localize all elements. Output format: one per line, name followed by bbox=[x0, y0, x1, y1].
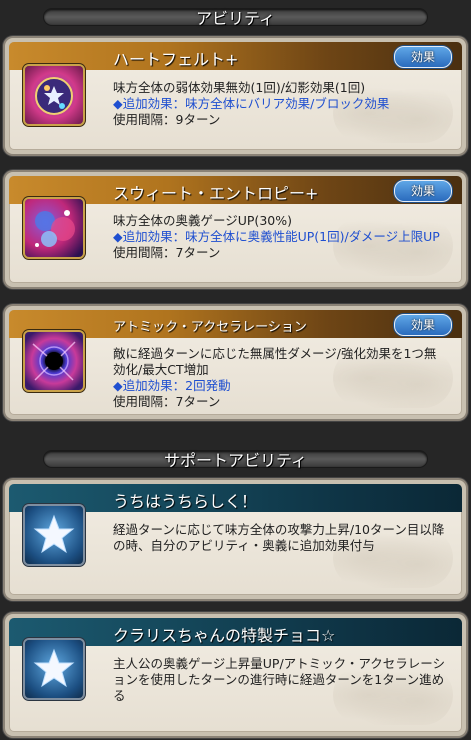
support-abilities-header: サポートアビリティ bbox=[0, 442, 471, 476]
effect-button[interactable]: 効果 bbox=[394, 314, 452, 336]
support-name: クラリスちゃんの特製チョコ☆ bbox=[113, 626, 336, 645]
star-icon bbox=[25, 506, 83, 564]
heart-gift-icon bbox=[25, 66, 83, 124]
ability-extra: ◆追加効果：味方全体にバリア効果/ブロック効果 bbox=[113, 96, 390, 111]
ability-name: スウィート・エントロピー+ bbox=[113, 184, 319, 203]
ability-cooldown: 使用間隔：9ターン bbox=[113, 112, 221, 127]
ability-cooldown: 使用間隔：7ターン bbox=[113, 394, 221, 409]
support-card-1[interactable]: うちはうちらしく！ 経過ターンに応じて味方全体の攻撃力上昇/10ターン目以降の時… bbox=[5, 480, 466, 599]
ability-card-1[interactable]: ハートフェルト+ 効果 味方全体の弱体効果無効(1回)/幻影効果(1回) ◆追加… bbox=[5, 38, 466, 154]
ability-cooldown: 使用間隔：7ターン bbox=[113, 245, 221, 260]
ability-desc: 味方全体の奥義ゲージUP(30%) bbox=[113, 213, 292, 228]
black-hole-icon bbox=[25, 332, 83, 390]
ability-extra: ◆追加効果：味方全体に奥義性能UP(1回)/ダメージ上限UP bbox=[113, 229, 440, 244]
effect-button[interactable]: 効果 bbox=[394, 46, 452, 68]
ability-extra: ◆追加効果：2回発動 bbox=[113, 378, 231, 393]
abilities-header: アビリティ bbox=[0, 0, 471, 34]
ability-desc: 敵に経過ターンに応じた無属性ダメージ/強化効果を1つ無効化/最大CT増加 bbox=[113, 346, 437, 377]
support-abilities-header-label: サポートアビリティ bbox=[163, 451, 308, 470]
ability-name: アトミック・アクセラレーション bbox=[113, 320, 307, 335]
ability-name: ハートフェルト+ bbox=[113, 50, 239, 69]
ability-card-2[interactable]: スウィート・エントロピー+ 効果 味方全体の奥義ゲージUP(30%) ◆追加効果… bbox=[5, 172, 466, 287]
effect-button[interactable]: 効果 bbox=[394, 180, 452, 202]
entropy-orbs-icon bbox=[25, 199, 83, 257]
star-icon bbox=[25, 640, 83, 698]
ability-desc: 味方全体の弱体効果無効(1回)/幻影効果(1回) bbox=[113, 80, 366, 95]
ability-card-3[interactable]: アトミック・アクセラレーション 効果 敵に経過ターンに応じた無属性ダメージ/強化… bbox=[5, 306, 466, 419]
support-desc: 経過ターンに応じて味方全体の攻撃力上昇/10ターン目以降の時、自分のアビリティ・… bbox=[113, 522, 445, 553]
abilities-header-label: アビリティ bbox=[195, 9, 276, 28]
support-desc: 主人公の奥義ゲージ上昇量UP/アトミック・アクセラレーションを使用したターンの進… bbox=[113, 656, 446, 703]
support-name: うちはうちらしく！ bbox=[113, 492, 258, 511]
support-card-2[interactable]: クラリスちゃんの特製チョコ☆ 主人公の奥義ゲージ上昇量UP/アトミック・アクセラ… bbox=[5, 614, 466, 736]
